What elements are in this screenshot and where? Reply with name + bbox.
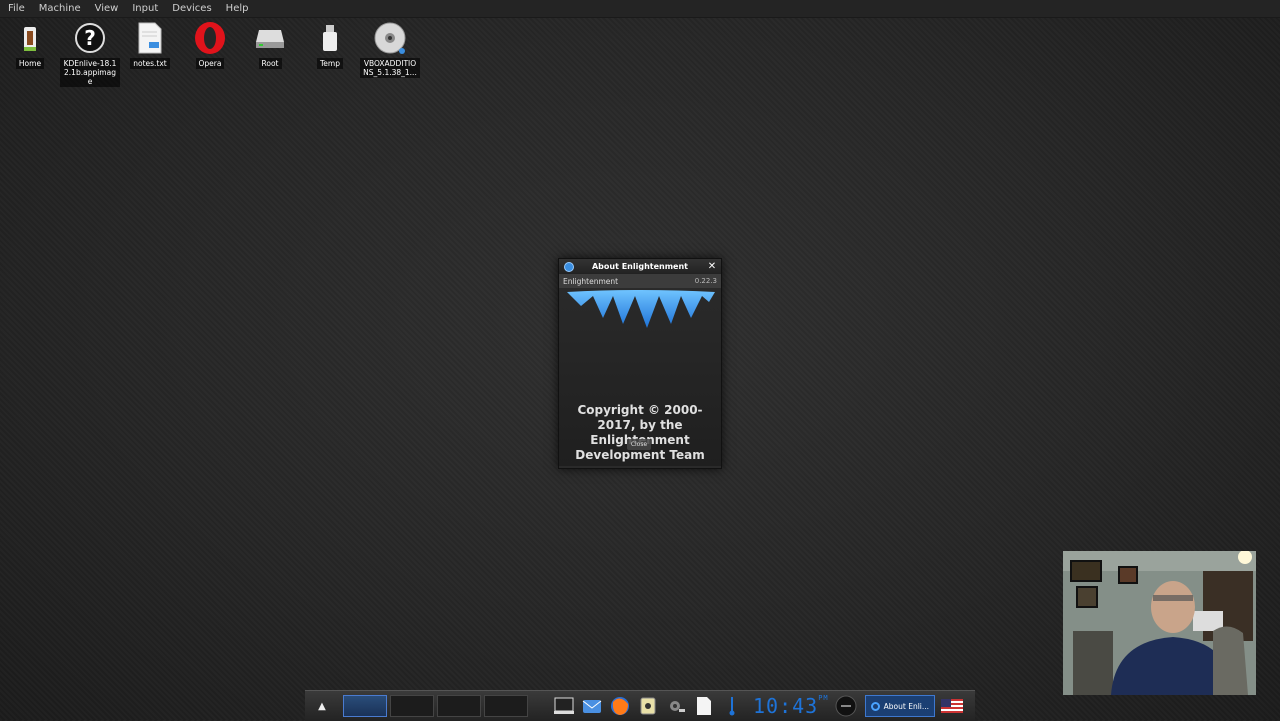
app-name: Enlightenment: [563, 276, 619, 286]
question-mark-icon: ?: [73, 20, 107, 56]
desktop-icon-notes[interactable]: notes.txt: [120, 20, 180, 87]
home-folder-icon: [13, 20, 47, 56]
drive-icon: [253, 20, 287, 56]
about-dialog: About Enlightenment ✕ Enlightenment 0.22…: [558, 258, 722, 469]
firefox-icon[interactable]: [607, 695, 633, 717]
desktop-icon-label: Root: [258, 58, 282, 69]
enlightenment-logo-graphic: [567, 290, 715, 328]
desktop-icon-vboxadditions[interactable]: VBOXADDITIO NS_5.1.38_1...: [360, 20, 420, 87]
desktop-icon-label: notes.txt: [130, 58, 170, 69]
desktop-icon-label: KDEnlive-18.1 2.1b.appimage: [60, 58, 120, 87]
desktop-icon-temp[interactable]: Temp: [300, 20, 360, 87]
dialog-body: Copyright © 2000-2017, by the Enlightenm…: [559, 288, 721, 466]
app-icon-yellow[interactable]: [635, 695, 661, 717]
pager-desk-1[interactable]: [343, 695, 387, 717]
desktop-icon-label: Temp: [317, 58, 343, 69]
menu-help[interactable]: Help: [218, 3, 255, 14]
terminal-icon[interactable]: [551, 695, 577, 717]
menu-file[interactable]: File: [0, 3, 31, 14]
mail-icon[interactable]: [579, 695, 605, 717]
virtual-desktop-pager: [343, 695, 531, 717]
text-file-icon: [133, 20, 167, 56]
clock-ampm: PM: [818, 694, 829, 702]
desktop-icons: Home ? KDEnlive-18.1 2.1b.appimage notes…: [0, 20, 420, 87]
webcam-overlay: [1063, 551, 1256, 695]
desktop-icon-root[interactable]: Root: [240, 20, 300, 87]
host-menubar: File Machine View Input Devices Help: [0, 0, 1280, 18]
svg-text:?: ?: [84, 26, 96, 50]
close-button[interactable]: Close: [627, 439, 651, 450]
enlightenment-icon: [870, 701, 880, 711]
thermometer-icon[interactable]: [719, 695, 745, 717]
desktop-icon-home[interactable]: Home: [0, 20, 60, 87]
mixer-icon[interactable]: [833, 695, 859, 717]
start-menu-button[interactable]: ▲: [305, 701, 339, 712]
usb-drive-icon: [313, 20, 347, 56]
dialog-title: About Enlightenment: [591, 262, 688, 271]
launcher-bar: [551, 695, 747, 717]
menu-input[interactable]: Input: [124, 3, 164, 14]
file-icon[interactable]: [691, 695, 717, 717]
copyright-text: Copyright © 2000-2017, by the Enlightenm…: [575, 403, 705, 462]
desktop-icon-kdenlive[interactable]: ? KDEnlive-18.1 2.1b.appimage: [60, 20, 120, 87]
pager-desk-4[interactable]: [484, 695, 528, 717]
desktop-icon-label: VBOXADDITIO NS_5.1.38_1...: [360, 58, 420, 78]
taskbar-item-label: About Enli...: [883, 701, 930, 711]
shelf: ▲ 10:43PM About Enli...: [305, 690, 975, 721]
enlightenment-icon: [564, 261, 574, 272]
opera-icon: [193, 20, 227, 56]
dialog-header: Enlightenment 0.22.3: [559, 274, 721, 288]
pager-desk-2[interactable]: [390, 695, 434, 717]
menu-devices[interactable]: Devices: [164, 3, 217, 14]
pager-desk-3[interactable]: [437, 695, 481, 717]
dialog-titlebar[interactable]: About Enlightenment ✕: [559, 259, 721, 274]
menu-machine[interactable]: Machine: [31, 3, 87, 14]
close-icon[interactable]: ✕: [706, 261, 718, 272]
desktop-icon-label: Home: [15, 58, 45, 69]
app-version: 0.22.3: [694, 277, 717, 285]
taskbar-item-about[interactable]: About Enli...: [864, 695, 935, 717]
clock[interactable]: 10:43PM: [753, 694, 829, 718]
desktop-icon-label: Opera: [195, 58, 225, 69]
settings-icon[interactable]: [663, 695, 689, 717]
us-flag-icon[interactable]: [940, 699, 963, 713]
clock-time: 10:43: [753, 694, 819, 718]
desktop-icon-opera[interactable]: Opera: [180, 20, 240, 87]
webcam-image: [1063, 551, 1256, 695]
menu-view[interactable]: View: [87, 3, 125, 14]
cdrom-icon: [373, 20, 407, 56]
